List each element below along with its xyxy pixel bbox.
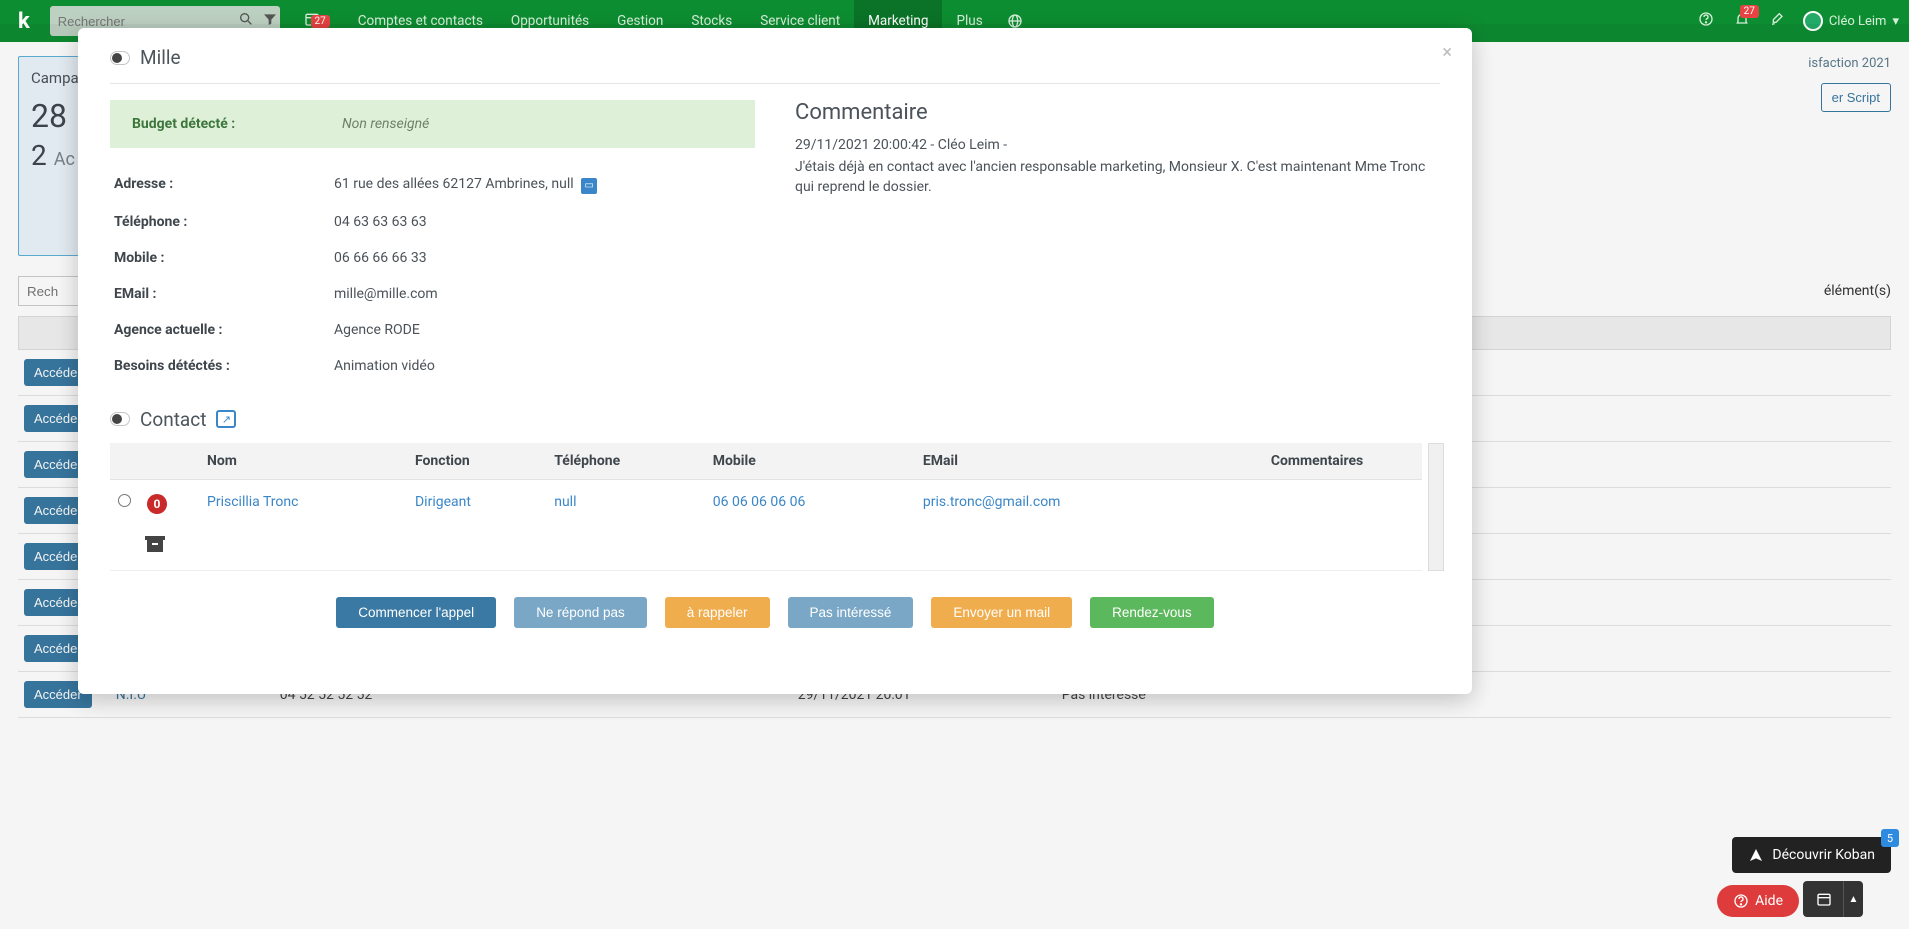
budget-panel: Budget détecté : Non renseigné xyxy=(110,100,755,148)
comment-heading: Commentaire xyxy=(795,100,1440,125)
contact-heading: Contact xyxy=(140,408,206,431)
info-grid: Adresse : 61 rue des allées 62127 Ambrin… xyxy=(110,166,755,384)
agency-value: Agence RODE xyxy=(334,322,751,338)
contact-name[interactable]: Priscillia Tronc xyxy=(199,479,407,570)
start-call-button[interactable]: Commencer l'appel xyxy=(336,597,496,628)
contact-mobile[interactable]: 06 06 06 06 06 xyxy=(705,479,915,570)
budget-label: Budget détecté : xyxy=(132,116,342,132)
contact-toggle[interactable] xyxy=(110,412,130,426)
col-nom: Nom xyxy=(199,443,407,480)
modal-title-text: Mille xyxy=(140,46,181,69)
contact-phone[interactable]: null xyxy=(546,479,705,570)
col-mobile: Mobile xyxy=(705,443,915,480)
contact-table: Nom Fonction Téléphone Mobile EMail Comm… xyxy=(110,443,1422,571)
discover-count-badge: 5 xyxy=(1881,829,1899,847)
col-commentaires: Commentaires xyxy=(1212,443,1422,480)
action-buttons: Commencer l'appel Ne répond pas à rappel… xyxy=(110,597,1440,628)
modal-title-row: Mille xyxy=(110,46,1440,84)
address-value: 61 rue des allées 62127 Ambrines, null ▭ xyxy=(334,176,751,194)
title-toggle[interactable] xyxy=(110,51,130,65)
notifications-badge: 27 xyxy=(1740,5,1759,18)
calendar-expand-icon[interactable]: ▲ xyxy=(1843,881,1863,917)
budget-value: Non renseigné xyxy=(342,116,429,132)
map-icon[interactable]: ▭ xyxy=(581,178,597,194)
address-label: Adresse : xyxy=(114,176,334,194)
modal-right-column: Commentaire 29/11/2021 20:00:42 - Cléo L… xyxy=(795,100,1440,384)
contact-row[interactable]: 0 Priscillia Tronc Dirigeant null 06 06 … xyxy=(110,479,1422,570)
help-button[interactable]: Aide xyxy=(1717,885,1799,917)
mobile-label: Mobile : xyxy=(114,250,334,266)
close-icon[interactable]: × xyxy=(1442,42,1452,63)
col-email: EMail xyxy=(915,443,1212,480)
agency-label: Agence actuelle : xyxy=(114,322,334,338)
contact-function[interactable]: Dirigeant xyxy=(407,479,546,570)
contact-email[interactable]: pris.tronc@gmail.com xyxy=(915,479,1212,570)
open-external-icon[interactable]: ↗ xyxy=(216,410,236,428)
calendar-widget[interactable] xyxy=(1803,881,1845,917)
email-value: mille@mille.com xyxy=(334,286,751,302)
phone-value: 04 63 63 63 63 xyxy=(334,214,751,230)
needs-label: Besoins détéctés : xyxy=(114,358,334,374)
send-mail-button[interactable]: Envoyer un mail xyxy=(931,597,1072,628)
comment-meta: 29/11/2021 20:00:42 - Cléo Leim - xyxy=(795,137,1440,153)
help-label: Aide xyxy=(1755,893,1783,909)
discover-label: Découvrir Koban xyxy=(1772,847,1875,863)
modal-backdrop: × Mille Budget détecté : Non renseigné A… xyxy=(0,24,1909,929)
comment-body: J'étais déjà en contact avec l'ancien re… xyxy=(795,157,1440,198)
appointment-button[interactable]: Rendez-vous xyxy=(1090,597,1214,628)
select-contact-radio[interactable] xyxy=(118,494,131,507)
email-label: EMail : xyxy=(114,286,334,302)
needs-value: Animation vidéo xyxy=(334,358,751,374)
modal-left-column: Budget détecté : Non renseigné Adresse :… xyxy=(110,100,755,384)
contact-section: Contact ↗ Nom Fonction Téléphone Mobile xyxy=(110,408,1440,628)
contact-count-badge: 0 xyxy=(147,494,167,514)
mobile-value: 06 66 66 66 33 xyxy=(334,250,751,266)
contact-scrollbar[interactable] xyxy=(1428,443,1444,571)
phone-label: Téléphone : xyxy=(114,214,334,230)
archive-icon[interactable] xyxy=(147,540,163,552)
recall-button[interactable]: à rappeler xyxy=(665,597,770,628)
not-interested-button[interactable]: Pas intéressé xyxy=(788,597,914,628)
discover-button[interactable]: Découvrir Koban 5 xyxy=(1732,837,1891,873)
col-telephone: Téléphone xyxy=(546,443,705,480)
col-fonction: Fonction xyxy=(407,443,546,480)
contact-modal: × Mille Budget détecté : Non renseigné A… xyxy=(78,28,1472,694)
contact-comment xyxy=(1212,479,1422,570)
no-answer-button[interactable]: Ne répond pas xyxy=(514,597,647,628)
